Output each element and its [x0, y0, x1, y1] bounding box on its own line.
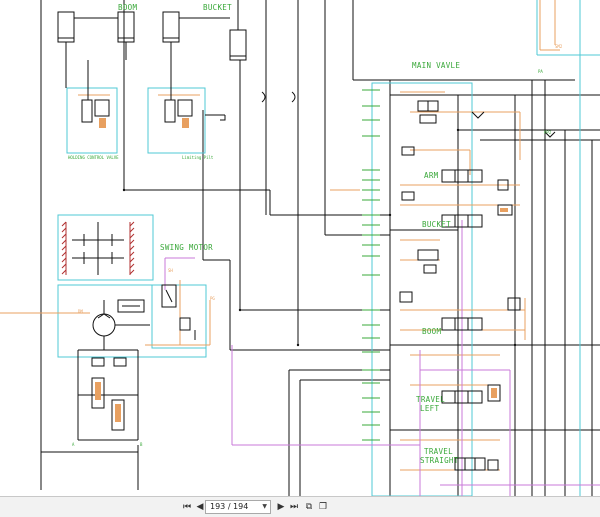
- pp-label: PP2: [544, 130, 552, 135]
- sm2-label: SM2: [555, 44, 563, 49]
- junction-dots: [122, 128, 517, 347]
- last-page-icon[interactable]: ⏭: [287, 501, 301, 514]
- travel-left-label-1: TRAVEL: [416, 395, 445, 404]
- port-b-label: B: [140, 442, 143, 447]
- port-a-label: A: [72, 442, 75, 447]
- swing-motor-symbol: [92, 284, 191, 350]
- dm-label: DM: [78, 309, 83, 314]
- hydraulic-lines: [40, 0, 600, 496]
- pg-label: PG: [210, 296, 215, 301]
- cyan-component-boxes: [57, 0, 600, 496]
- pdf-toolbar: ⏮ ◀ 193 / 194 ▼ ▶ ⏭ ⧉ ❐: [0, 496, 600, 517]
- bucket-label: BUCKET: [203, 3, 232, 12]
- holding-valves: [65, 60, 226, 123]
- travel-left-label-2: LEFT: [420, 404, 439, 413]
- hydraulic-schematic: BOOM BUCKET MAIN VAVLE SWING MOTOR ARM B…: [0, 0, 600, 496]
- next-page-icon[interactable]: ▶: [274, 501, 288, 514]
- copy-icon[interactable]: ❐: [316, 501, 330, 514]
- document-viewport: BOOM BUCKET MAIN VAVLE SWING MOTOR ARM B…: [0, 0, 600, 496]
- swing-motor-label: SWING MOTOR: [160, 243, 213, 252]
- pa-label: PA: [538, 69, 543, 74]
- fit-page-icon[interactable]: ⧉: [302, 501, 316, 514]
- main-valve-label: MAIN VAVLE: [412, 61, 460, 70]
- boom-label: BOOM: [118, 3, 137, 12]
- bucket-section-label: BUCKET: [422, 220, 451, 229]
- page-number-value: 193 / 194: [210, 502, 249, 511]
- chevron-down-icon: ▼: [262, 503, 267, 510]
- arm-section-label: ARM: [424, 171, 439, 180]
- boom-section-label: BOOM: [422, 327, 441, 336]
- travel-straight-label-2: STRAIGHT: [420, 456, 459, 465]
- page-number-select[interactable]: 193 / 194 ▼: [205, 500, 271, 514]
- boom-cylinders: [57, 11, 135, 60]
- travel-straight-label-1: TRAVEL: [424, 447, 453, 456]
- limiting-pilot-caption: Limiting Pilt: [182, 155, 214, 160]
- sh-label: SH: [168, 268, 173, 273]
- first-page-icon[interactable]: ⏮: [180, 501, 194, 514]
- holding-valve-caption: HOLDING CONTROL VALVE: [68, 155, 119, 160]
- port-markers: [362, 89, 380, 441]
- swing-brake-discs: [72, 222, 124, 275]
- relief-valve-block: [77, 349, 139, 441]
